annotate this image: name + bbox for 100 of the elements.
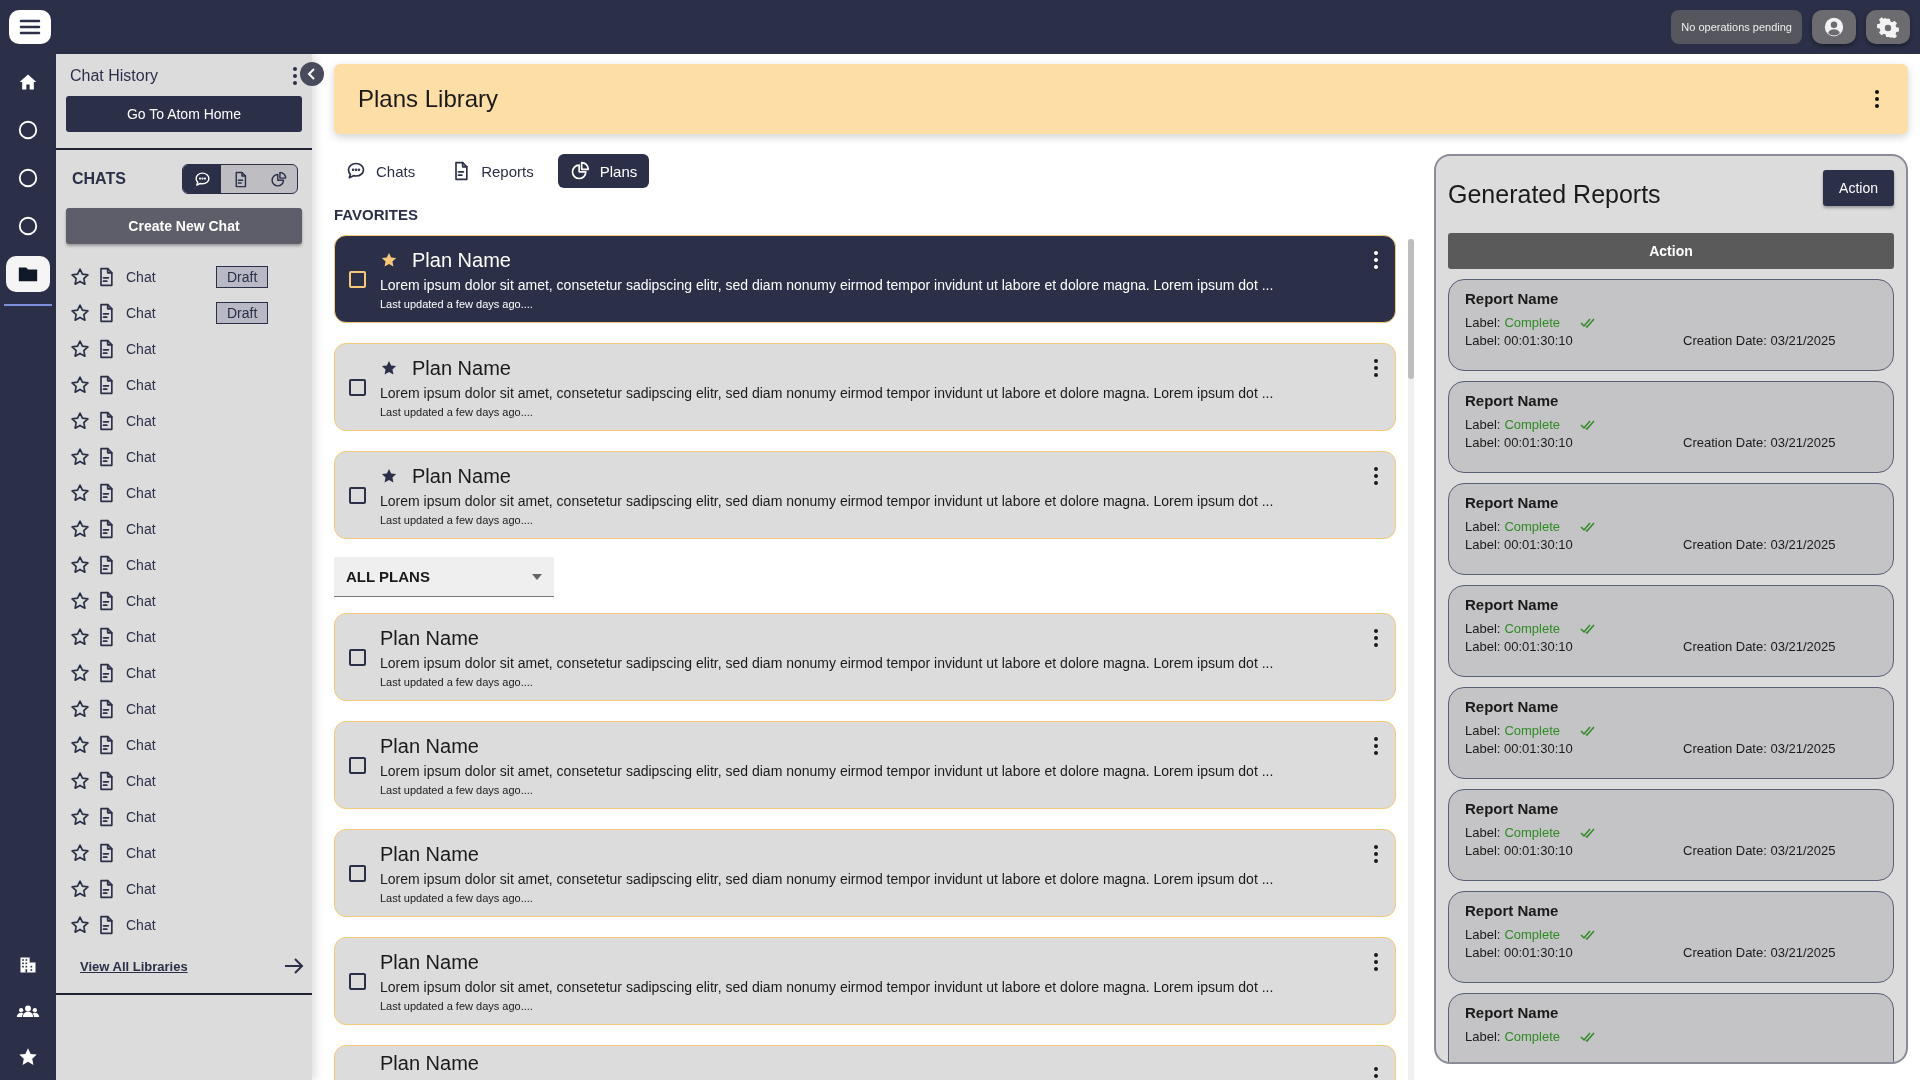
report-date: Creation Date: 03/21/2025 <box>1683 843 1836 858</box>
more-button[interactable] <box>1371 248 1381 272</box>
more-button[interactable] <box>1371 842 1381 866</box>
plan-card[interactable]: Plan Name Lorem ipsum dolor sit amet, consetetur sadipscing elitr, sed diam nonumy eirmod tempor invidunt ut labore et dolore magna. Lorem ipsum dot ... Last updated a few days ago.... <box>334 829 1396 917</box>
plan-card[interactable]: Plan Name Lorem ipsum dolor sit amet, consetetur sadipscing elitr, sed diam nonumy eirmod tempor invidunt ut labore et dolore magna. Lorem ipsum dot ... Last updated a few days ago.... <box>334 613 1396 701</box>
star-icon[interactable] <box>70 519 90 539</box>
report-card[interactable]: Report Name Label: Complete Label: 00:01:30:10 Creation Date: 03/21/2025 <box>1448 891 1894 983</box>
star-icon[interactable] <box>70 771 90 791</box>
chat-item[interactable]: Chat <box>126 701 210 717</box>
toggle-option[interactable] <box>183 165 221 193</box>
chat-item[interactable]: Chat <box>126 773 210 789</box>
report-card[interactable]: Report Name Label: Complete Label: 00:01:30:10 Creation Date: 03/21/2025 <box>1448 585 1894 677</box>
action-button[interactable]: Action <box>1448 233 1894 269</box>
chat-item[interactable]: Chat <box>126 449 210 465</box>
star-icon[interactable] <box>70 699 90 719</box>
star-icon[interactable] <box>70 627 90 647</box>
arrow-right-icon[interactable] <box>284 957 304 975</box>
star-icon[interactable] <box>380 251 398 269</box>
star-icon[interactable] <box>70 555 90 575</box>
star-icon[interactable] <box>70 663 90 683</box>
checkbox[interactable] <box>349 486 366 504</box>
create-chat-button[interactable]: Create New Chat <box>66 208 302 244</box>
report-card[interactable]: Report Name Label: Complete Label: 00:01:30:10 Creation Date: 03/21/2025 <box>1448 687 1894 779</box>
star-icon[interactable] <box>70 807 90 827</box>
home-icon <box>18 72 38 92</box>
menu-button[interactable] <box>9 10 51 44</box>
tab[interactable]: Chats <box>334 154 428 188</box>
checkbox[interactable] <box>349 864 366 882</box>
tab[interactable]: Plans <box>557 154 650 188</box>
last-updated-text: Last updated a few days ago.... <box>380 405 534 418</box>
home-button[interactable]: Go To Atom Home <box>66 96 302 132</box>
chat-item[interactable]: Chat <box>126 881 210 897</box>
chat-item[interactable]: Chat <box>126 269 210 285</box>
more-button[interactable] <box>1371 734 1381 758</box>
star-icon[interactable] <box>380 359 398 377</box>
pie-chart-icon <box>569 161 590 181</box>
plan-card[interactable]: Plan Name <box>334 1045 1396 1080</box>
chat-item[interactable]: Chat <box>126 341 210 357</box>
checkbox[interactable] <box>349 972 366 990</box>
settings-button[interactable] <box>1866 10 1910 44</box>
more-button[interactable] <box>1371 950 1381 974</box>
action-button[interactable]: Action <box>1823 170 1894 206</box>
chat-item[interactable]: Chat <box>126 809 210 825</box>
more-button[interactable] <box>1371 356 1381 380</box>
star-icon[interactable] <box>70 411 90 431</box>
report-card[interactable]: Report Name Label: Complete Label: 00:01:30:10 Creation Date: 03/21/2025 <box>1448 381 1894 473</box>
double-check-icon <box>1580 725 1597 736</box>
plan-card[interactable]: Plan Name Lorem ipsum dolor sit amet, consetetur sadipscing elitr, sed diam nonumy eirmod tempor invidunt ut labore et dolore magna. Lorem ipsum dot ... Last updated a few days ago.... <box>334 721 1396 809</box>
plan-description: Lorem ipsum dolor sit amet, consetetur sadipscing elitr, sed diam nonumy eirmod tempor invidunt ut labore et dolore magna. Lorem ipsum dot ... <box>380 492 1275 509</box>
star-icon[interactable] <box>70 339 90 359</box>
user-icon <box>1823 16 1845 38</box>
plan-card[interactable]: Plan Name Lorem ipsum dolor sit amet, consetetur sadipscing elitr, sed diam nonumy eirmod tempor invidunt ut labore et dolore magna. Lorem ipsum dot ... Last updated a few days ago.... <box>334 343 1396 431</box>
checkbox[interactable] <box>349 756 366 774</box>
chat-item[interactable]: Chat <box>126 521 210 537</box>
libraries-link[interactable]: View All Libraries <box>80 958 188 974</box>
more-button[interactable] <box>1371 464 1381 488</box>
checkbox[interactable] <box>349 378 366 396</box>
star-icon[interactable] <box>70 591 90 611</box>
report-card[interactable]: Report Name Label: Complete Label: 00:01:30:10 Creation Date: 03/21/2025 <box>1448 483 1894 575</box>
report-name: Report Name <box>1465 596 1560 613</box>
chat-item[interactable]: Chat <box>126 485 210 501</box>
chat-item[interactable]: Chat <box>126 557 210 573</box>
tab[interactable]: Reports <box>439 154 546 188</box>
report-date: Creation Date: 03/21/2025 <box>1683 945 1836 960</box>
report-card[interactable]: Report Name Label: Complete Label: 00:01:30:10 Creation Date: 03/21/2025 <box>1448 279 1894 371</box>
chat-item[interactable]: Chat <box>126 305 210 321</box>
star-icon[interactable] <box>70 375 90 395</box>
star-icon[interactable] <box>70 915 90 935</box>
scrollbar[interactable] <box>1408 239 1414 1080</box>
draft-badge: Draft <box>216 266 269 288</box>
report-date: Creation Date: 03/21/2025 <box>1683 741 1836 756</box>
plan-card[interactable]: Plan Name Lorem ipsum dolor sit amet, consetetur sadipscing elitr, sed diam nonumy eirmod tempor invidunt ut labore et dolore magna. Lorem ipsum dot ... Last updated a few days ago.... <box>334 235 1396 323</box>
plan-card[interactable]: Plan Name Lorem ipsum dolor sit amet, consetetur sadipscing elitr, sed diam nonumy eirmod tempor invidunt ut labore et dolore magna. Lorem ipsum dot ... Last updated a few days ago.... <box>334 937 1396 1025</box>
report-card[interactable]: Report Name Label: Complete <box>1448 993 1894 1062</box>
user-button[interactable] <box>1812 10 1856 44</box>
star-icon[interactable] <box>70 303 90 323</box>
star-icon[interactable] <box>70 735 90 755</box>
star-icon[interactable] <box>70 843 90 863</box>
star-icon[interactable] <box>380 467 398 485</box>
double-check-icon <box>1580 317 1597 328</box>
star-icon[interactable] <box>70 267 90 287</box>
plans-dropdown[interactable]: ALL PLANS <box>334 557 554 597</box>
collapse-button[interactable] <box>300 62 324 86</box>
checkbox[interactable] <box>349 648 366 666</box>
star-icon[interactable] <box>70 483 90 503</box>
chat-item[interactable]: Chat <box>126 629 210 645</box>
more-button[interactable] <box>1371 626 1381 650</box>
chat-item[interactable]: Chat <box>126 377 210 393</box>
chat-item[interactable]: Chat <box>126 737 210 753</box>
rail-button[interactable] <box>6 256 50 292</box>
chat-item[interactable]: Chat <box>126 665 210 681</box>
plan-card[interactable]: Plan Name Lorem ipsum dolor sit amet, consetetur sadipscing elitr, sed diam nonumy eirmod tempor invidunt ut labore et dolore magna. Lorem ipsum dot ... Last updated a few days ago.... <box>334 451 1396 539</box>
report-status: Label: Complete <box>1465 825 1877 840</box>
report-card[interactable]: Report Name Label: Complete Label: 00:01:30:10 Creation Date: 03/21/2025 <box>1448 789 1894 881</box>
chat-item[interactable]: Chat <box>126 413 210 429</box>
chat-item[interactable]: Chat <box>126 917 210 933</box>
chat-item[interactable]: Chat <box>126 845 210 861</box>
chat-item[interactable]: Chat <box>126 593 210 609</box>
star-icon[interactable] <box>70 447 90 467</box>
star-icon[interactable] <box>70 879 90 899</box>
